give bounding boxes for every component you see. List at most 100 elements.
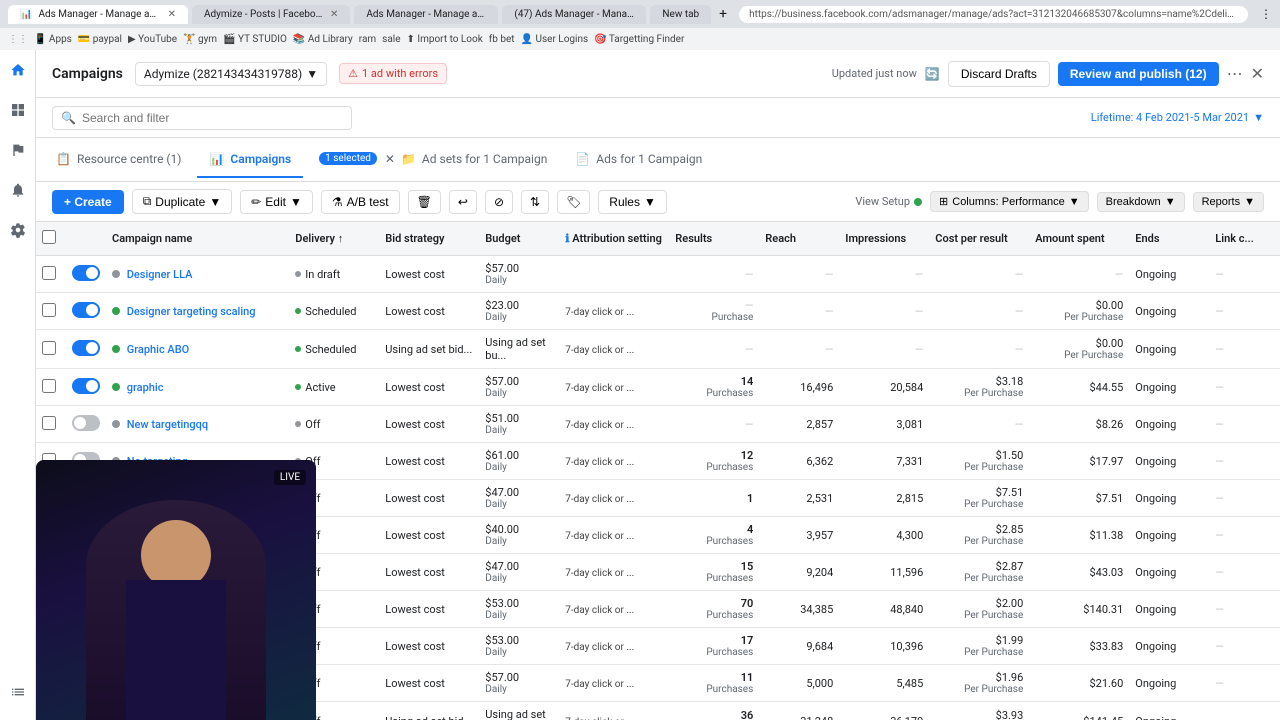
amount-spent-header[interactable]: Amount spent bbox=[1029, 222, 1129, 256]
search-input[interactable] bbox=[82, 111, 343, 125]
tab-campaigns[interactable]: 📊 Campaigns bbox=[197, 142, 303, 178]
select-all-header[interactable] bbox=[36, 222, 66, 256]
bookmark-ram[interactable]: ram bbox=[359, 34, 376, 45]
reach-header[interactable]: Reach bbox=[759, 222, 839, 256]
row-toggle-cell[interactable] bbox=[66, 330, 106, 369]
rules-button[interactable]: Rules ▼ bbox=[598, 190, 667, 214]
bookmark-paypal[interactable]: 💳 paypal bbox=[78, 34, 122, 45]
breakdown-dropdown-icon[interactable]: ▼ bbox=[1165, 196, 1176, 208]
row-checkbox-cell[interactable] bbox=[36, 406, 66, 443]
view-setup-button[interactable]: View Setup bbox=[855, 195, 922, 208]
tab-ads[interactable]: 📄 Ads for 1 Campaign bbox=[563, 142, 714, 178]
undo-button[interactable]: ↩ bbox=[449, 190, 477, 214]
attribution-header[interactable]: ℹ Attribution setting bbox=[559, 222, 669, 256]
discard-button[interactable]: ⊘ bbox=[485, 190, 513, 214]
row-checkbox-cell[interactable] bbox=[36, 256, 66, 293]
columns-dropdown-icon[interactable]: ▼ bbox=[1069, 196, 1080, 208]
tab-close-2[interactable]: ✕ bbox=[330, 9, 338, 20]
date-range-selector[interactable]: Lifetime: 4 Feb 2021-5 Mar 2021 ▼ bbox=[1091, 111, 1264, 124]
tab-2[interactable]: Adymize - Posts | Facebook ✕ bbox=[192, 5, 350, 24]
campaign-toggle[interactable] bbox=[72, 415, 100, 431]
row-toggle-cell[interactable] bbox=[66, 293, 106, 330]
columns-button[interactable]: ⊞ Columns: Performance ▼ bbox=[930, 191, 1089, 212]
refresh-icon[interactable]: 🔄 bbox=[925, 67, 940, 81]
tab-ad-sets[interactable]: 1 selected ✕ 📁 Ad sets for 1 Campaign bbox=[307, 142, 559, 178]
create-button[interactable]: + Create bbox=[52, 190, 124, 214]
row-checkbox[interactable] bbox=[42, 379, 56, 393]
sidebar-flag-icon[interactable] bbox=[6, 138, 30, 162]
bookmark-fbbet[interactable]: fb bet bbox=[489, 34, 515, 45]
row-checkbox[interactable] bbox=[42, 341, 56, 355]
reports-button[interactable]: Reports ▼ bbox=[1193, 192, 1264, 212]
campaign-toggle[interactable] bbox=[72, 265, 100, 281]
url-bar[interactable]: https://business.facebook.com/adsmanager… bbox=[739, 6, 1248, 23]
sidebar-notification-icon[interactable] bbox=[6, 178, 30, 202]
edit-button[interactable]: ✏ Edit ▼ bbox=[240, 190, 313, 214]
campaign-name-link[interactable]: Designer LLA bbox=[127, 268, 193, 281]
campaign-name-header[interactable]: Campaign name bbox=[106, 222, 289, 256]
campaign-name-link[interactable]: Designer targeting scaling bbox=[127, 305, 256, 318]
row-toggle-cell[interactable] bbox=[66, 256, 106, 293]
account-selector[interactable]: Adymize (282143434319788) ▼ bbox=[135, 62, 327, 86]
close-button[interactable]: ✕ bbox=[1251, 64, 1264, 84]
campaign-name-link[interactable]: graphic bbox=[127, 381, 164, 394]
sidebar-grid-icon[interactable] bbox=[6, 98, 30, 122]
tab-4[interactable]: (47) Ads Manager - Manage ads... bbox=[502, 5, 646, 24]
breakdown-button[interactable]: Breakdown ▼ bbox=[1097, 192, 1185, 212]
row-toggle-cell[interactable] bbox=[66, 406, 106, 443]
reports-dropdown-icon[interactable]: ▼ bbox=[1244, 196, 1255, 208]
sidebar-list-icon[interactable] bbox=[6, 680, 30, 704]
select-all-checkbox[interactable] bbox=[42, 230, 56, 244]
bookmark-adlibrary[interactable]: 📚 Ad Library bbox=[293, 34, 353, 45]
bid-strategy-header[interactable]: Bid strategy bbox=[379, 222, 479, 256]
bookmark-sale[interactable]: sale bbox=[382, 34, 400, 45]
discard-drafts-button[interactable]: Discard Drafts bbox=[948, 61, 1050, 87]
tab-1[interactable]: 📊 Ads Manager - Manage ads - C... ✕ bbox=[8, 5, 188, 24]
tag-button[interactable]: 🏷 bbox=[557, 190, 590, 214]
browser-more[interactable]: ⋮ bbox=[1260, 7, 1272, 21]
row-checkbox[interactable] bbox=[42, 266, 56, 280]
impressions-header[interactable]: Impressions bbox=[839, 222, 929, 256]
bookmark-userlogins[interactable]: 👤 User Logins bbox=[521, 34, 589, 45]
header-more-button[interactable]: ⋯ bbox=[1227, 64, 1243, 84]
campaign-toggle[interactable] bbox=[72, 378, 100, 394]
campaign-name-link[interactable]: Graphic ABO bbox=[127, 343, 190, 356]
budget-header[interactable]: Budget bbox=[479, 222, 559, 256]
new-tab-button[interactable]: + bbox=[719, 6, 727, 22]
bookmark-gym[interactable]: 🏋 gym bbox=[183, 34, 217, 45]
ends-header[interactable]: Ends bbox=[1129, 222, 1209, 256]
row-checkbox-cell[interactable] bbox=[36, 369, 66, 406]
duplicate-dropdown-icon[interactable]: ▼ bbox=[209, 195, 221, 209]
bookmark-youtube[interactable]: ▶ YouTube bbox=[128, 34, 177, 45]
row-checkbox-cell[interactable] bbox=[36, 330, 66, 369]
delivery-header[interactable]: Delivery ↑ bbox=[289, 222, 379, 256]
campaign-toggle[interactable] bbox=[72, 340, 100, 356]
row-checkbox-cell[interactable] bbox=[36, 293, 66, 330]
tab-resource-centre[interactable]: 📋 Resource centre (1) bbox=[44, 142, 193, 178]
publish-button[interactable]: Review and publish (12) bbox=[1058, 62, 1219, 86]
selected-close-icon[interactable]: ✕ bbox=[385, 152, 395, 166]
row-toggle-cell[interactable] bbox=[66, 369, 106, 406]
campaign-toggle[interactable] bbox=[72, 302, 100, 318]
sidebar-home-icon[interactable] bbox=[6, 58, 30, 82]
tab-5[interactable]: New tab bbox=[650, 5, 711, 24]
error-badge[interactable]: ⚠ 1 ad with errors bbox=[339, 63, 447, 84]
sidebar-settings-icon[interactable] bbox=[6, 218, 30, 242]
results-header[interactable]: Results bbox=[669, 222, 759, 256]
tab-3[interactable]: Ads Manager - Manage ads - R... bbox=[354, 5, 498, 24]
bookmark-targetting[interactable]: 🎯 Targetting Finder bbox=[594, 34, 684, 45]
row-checkbox[interactable] bbox=[42, 303, 56, 317]
tab-close-1[interactable]: ✕ bbox=[168, 9, 176, 20]
bookmark-import[interactable]: ⬆ Import to Look bbox=[407, 34, 483, 45]
cpr-header[interactable]: Cost per result bbox=[929, 222, 1029, 256]
edit-dropdown-icon[interactable]: ▼ bbox=[290, 195, 302, 209]
link-clicks-header[interactable]: Link c... bbox=[1209, 222, 1280, 256]
move-button[interactable]: ⇅ bbox=[521, 190, 549, 214]
bookmark-ytstudio[interactable]: 🎬 YT STUDIO bbox=[223, 34, 287, 45]
row-checkbox[interactable] bbox=[42, 416, 56, 430]
ab-test-button[interactable]: ⚗ A/B test bbox=[321, 190, 400, 214]
duplicate-button[interactable]: ⧉ Duplicate ▼ bbox=[132, 189, 233, 214]
delete-button[interactable]: 🗑 bbox=[408, 190, 441, 214]
rules-dropdown-icon[interactable]: ▼ bbox=[644, 195, 656, 209]
campaign-name-link[interactable]: New targetingqq bbox=[127, 418, 208, 431]
